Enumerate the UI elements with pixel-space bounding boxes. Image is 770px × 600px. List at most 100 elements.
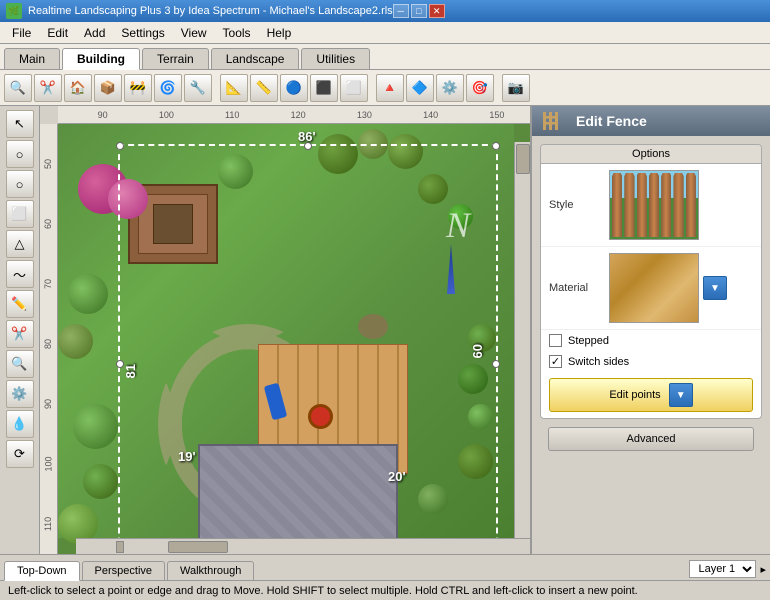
- menu-tools[interactable]: Tools: [215, 24, 259, 42]
- tool-rotate[interactable]: ⟳: [6, 440, 34, 468]
- vertical-scrollbar[interactable]: [514, 142, 530, 538]
- toolbar-btn-2[interactable]: 🏠: [64, 74, 92, 102]
- toolbar-btn-7[interactable]: 📐: [220, 74, 248, 102]
- panel-header: Edit Fence: [532, 106, 770, 136]
- stepped-checkbox[interactable]: [549, 334, 562, 347]
- switch-sides-checkbox[interactable]: ✓: [549, 355, 562, 368]
- tool-rect[interactable]: ○: [6, 170, 34, 198]
- style-label: Style: [549, 199, 609, 211]
- left-tools-panel: ↖ ○ ○ ⬜ △ 〜 ✏️ ✂️ 🔍 ⚙️ 💧 ⟳: [0, 106, 40, 554]
- toolbar-btn-8[interactable]: 📏: [250, 74, 278, 102]
- landscape-canvas[interactable]: 86' 60 20' 81 19' N: [58, 124, 530, 554]
- toolbar: 🔍 ✂️ 🏠 📦 🚧 🌀 🔧 📐 📏 🔵 ⬛ ⬜ 🔺 🔷 ⚙️ 🎯 📷: [0, 70, 770, 106]
- view-tabs-bar: Top-Down Perspective Walkthrough Layer 1…: [0, 554, 770, 580]
- toolbar-btn-13[interactable]: 🔷: [406, 74, 434, 102]
- toolbar-btn-6[interactable]: 🔧: [184, 74, 212, 102]
- tab-terrain[interactable]: Terrain: [142, 48, 209, 69]
- view-tab-perspective[interactable]: Perspective: [82, 561, 165, 580]
- ruler-left: 50 60 70 80 90 100 110: [40, 124, 58, 554]
- dimension-right: 60: [470, 344, 485, 358]
- tool-zoom[interactable]: 🔍: [6, 350, 34, 378]
- tab-main[interactable]: Main: [4, 48, 60, 69]
- maximize-button[interactable]: □: [411, 4, 427, 18]
- fence-style-preview: [610, 171, 698, 239]
- menu-view[interactable]: View: [173, 24, 215, 42]
- menu-file[interactable]: File: [4, 24, 39, 42]
- stepped-label: Stepped: [568, 335, 609, 347]
- edit-points-dropdown[interactable]: ▼: [669, 383, 693, 407]
- fence-header-icon: [542, 112, 562, 130]
- tool-select[interactable]: ↖: [6, 110, 34, 138]
- view-tab-walkthrough[interactable]: Walkthrough: [167, 561, 254, 580]
- tool-wave[interactable]: 〜: [6, 260, 34, 288]
- tool-scissors[interactable]: ✂️: [6, 320, 34, 348]
- toolbar-btn-5[interactable]: 🌀: [154, 74, 182, 102]
- style-thumbnail[interactable]: [609, 170, 699, 240]
- edit-points-label: Edit points: [609, 389, 660, 401]
- ruler-top: 90100110120130140150: [58, 106, 530, 124]
- switch-sides-label: Switch sides: [568, 356, 629, 368]
- menu-help[interactable]: Help: [259, 24, 300, 42]
- statusbar: Left-click to select a point or edge and…: [0, 580, 770, 600]
- style-field: Style: [541, 164, 761, 247]
- menu-add[interactable]: Add: [76, 24, 113, 42]
- view-tabs-left: Top-Down Perspective Walkthrough: [4, 560, 254, 580]
- tool-settings[interactable]: ⚙️: [6, 380, 34, 408]
- toolbar-btn-15[interactable]: 🎯: [466, 74, 494, 102]
- tab-utilities[interactable]: Utilities: [301, 48, 370, 69]
- panel-title: Edit Fence: [576, 113, 647, 129]
- tool-pen[interactable]: ✏️: [6, 290, 34, 318]
- dimension-top: 86': [298, 129, 316, 144]
- fence-boards: [610, 171, 698, 239]
- stepped-checkbox-row: Stepped: [541, 330, 761, 351]
- panel-body: Options Style: [532, 136, 770, 554]
- view-tab-topdown[interactable]: Top-Down: [4, 561, 80, 581]
- toolbar-btn-10[interactable]: ⬛: [310, 74, 338, 102]
- fence-corner-tr[interactable]: [492, 142, 500, 150]
- menu-settings[interactable]: Settings: [113, 24, 172, 42]
- options-group: Options Style: [540, 144, 762, 419]
- material-field: Material ▼: [541, 247, 761, 330]
- advanced-label: Advanced: [627, 433, 676, 445]
- toolbar-btn-16[interactable]: 📷: [502, 74, 530, 102]
- toolbar-btn-11[interactable]: ⬜: [340, 74, 368, 102]
- tool-triangle[interactable]: △: [6, 230, 34, 258]
- north-label: N: [446, 204, 470, 246]
- toolbar-btn-3[interactable]: 📦: [94, 74, 122, 102]
- layer-arrow: ▸: [760, 563, 766, 576]
- tool-square[interactable]: ⬜: [6, 200, 34, 228]
- toolbar-btn-9[interactable]: 🔵: [280, 74, 308, 102]
- layer-selector: Layer 1 ▸: [689, 560, 766, 580]
- fence-corner-mr[interactable]: [492, 360, 500, 368]
- tool-circle[interactable]: ○: [6, 140, 34, 168]
- menu-edit[interactable]: Edit: [39, 24, 76, 42]
- main-area: ↖ ○ ○ ⬜ △ 〜 ✏️ ✂️ 🔍 ⚙️ 💧 ⟳ 9010011012013…: [0, 106, 770, 554]
- ruler-top-marks: 90100110120130140150: [62, 110, 530, 120]
- material-label: Material: [549, 282, 609, 294]
- toolbar-btn-4[interactable]: 🚧: [124, 74, 152, 102]
- dimension-left: 81: [123, 364, 138, 378]
- tab-bar: Main Building Terrain Landscape Utilitie…: [0, 44, 770, 70]
- close-button[interactable]: ✕: [429, 4, 445, 18]
- horizontal-scrollbar[interactable]: [76, 538, 530, 554]
- tab-landscape[interactable]: Landscape: [211, 48, 300, 69]
- right-panel: Edit Fence Options Style: [530, 106, 770, 554]
- fence-corner-tl[interactable]: [116, 142, 124, 150]
- titlebar: 🌿 Realtime Landscaping Plus 3 by Idea Sp…: [0, 0, 770, 22]
- edit-points-button[interactable]: Edit points ▼: [549, 378, 753, 412]
- advanced-button[interactable]: Advanced: [548, 427, 754, 451]
- toolbar-btn-1[interactable]: ✂️: [34, 74, 62, 102]
- minimize-button[interactable]: ─: [393, 4, 409, 18]
- switch-sides-checkbox-row: ✓ Switch sides: [541, 351, 761, 372]
- toolbar-btn-0[interactable]: 🔍: [4, 74, 32, 102]
- material-thumbnail[interactable]: [609, 253, 699, 323]
- tab-building[interactable]: Building: [62, 48, 140, 70]
- toolbar-btn-14[interactable]: ⚙️: [436, 74, 464, 102]
- window-title: Realtime Landscaping Plus 3 by Idea Spec…: [28, 5, 393, 17]
- layer-dropdown[interactable]: Layer 1: [689, 560, 756, 578]
- menubar: File Edit Add Settings View Tools Help: [0, 22, 770, 44]
- material-dropdown-button[interactable]: ▼: [703, 276, 727, 300]
- tool-dropper[interactable]: 💧: [6, 410, 34, 438]
- options-title: Options: [541, 145, 761, 164]
- toolbar-btn-12[interactable]: 🔺: [376, 74, 404, 102]
